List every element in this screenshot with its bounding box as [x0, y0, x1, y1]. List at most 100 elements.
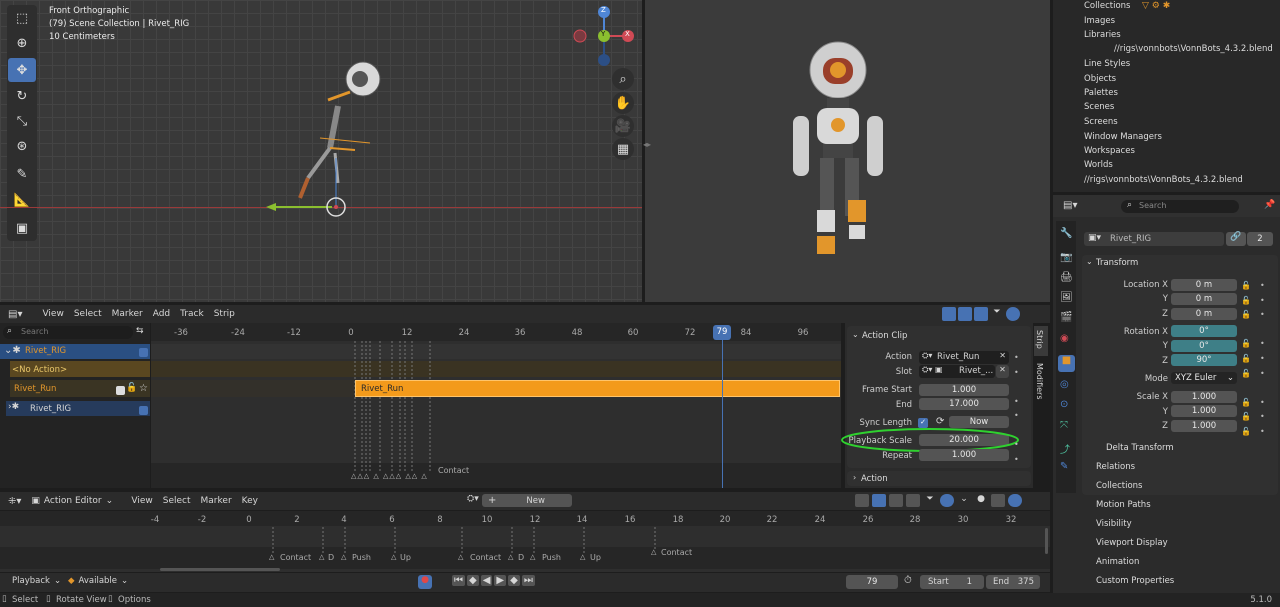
- outliner-item-palettes[interactable]: Palettes: [1084, 88, 1118, 98]
- fake-user-button[interactable]: 🔗: [1226, 232, 1246, 246]
- viewport-right[interactable]: [645, 0, 1050, 302]
- end-field[interactable]: 17.000: [919, 398, 1009, 410]
- transform-icon[interactable]: ⊛: [8, 134, 36, 158]
- camera-icon[interactable]: 🎥: [612, 115, 634, 137]
- outliner-item-workspaces[interactable]: Workspaces: [1084, 146, 1135, 156]
- dopesheet-type-icon[interactable]: ⁜▾: [8, 496, 21, 507]
- ae-marker[interactable]: Contact: [280, 553, 311, 562]
- slot-clear-button[interactable]: ✕: [996, 365, 1009, 378]
- ae-marker[interactable]: D: [518, 553, 524, 562]
- outliner-item-objects[interactable]: Objects: [1084, 74, 1116, 84]
- scale-y-field[interactable]: 1.000: [1171, 405, 1237, 417]
- jump-start-icon[interactable]: ⏮: [452, 575, 465, 586]
- outliner-item-images[interactable]: Images: [1084, 16, 1115, 26]
- ae-menu-select[interactable]: Select: [163, 496, 191, 506]
- data-tab-icon[interactable]: ⤴: [1060, 441, 1070, 456]
- measure-icon[interactable]: 📐: [8, 188, 36, 212]
- outliner-item-collections[interactable]: Collections: [1084, 1, 1130, 11]
- grid-view-icon[interactable]: ▦: [612, 138, 634, 160]
- scene-tab-icon[interactable]: 🎬: [1060, 312, 1072, 323]
- nla-menu-strip[interactable]: Strip: [214, 309, 235, 319]
- ae-scrollbar[interactable]: [160, 568, 280, 571]
- collections-header[interactable]: Collections: [1096, 481, 1142, 491]
- track-rig2-row[interactable]: [6, 401, 150, 416]
- visibility-header[interactable]: Visibility: [1096, 519, 1132, 529]
- pin-icon[interactable]: 📌: [1264, 200, 1275, 210]
- nla-playhead[interactable]: 79: [713, 325, 731, 340]
- pan-hand-icon[interactable]: ✋: [612, 92, 634, 114]
- location-x-field[interactable]: 0 m: [1171, 279, 1237, 291]
- scale-z-field[interactable]: 1.000: [1171, 420, 1237, 432]
- ae-marker[interactable]: Up: [400, 553, 411, 562]
- keyframe-dots[interactable]: • • • • • • • • •: [1260, 279, 1265, 440]
- nla-menu-view[interactable]: View: [42, 309, 63, 319]
- play-icon[interactable]: ▶: [494, 575, 507, 586]
- outliner-item-screens[interactable]: Screens: [1084, 117, 1118, 127]
- new-action-button[interactable]: + New: [482, 494, 572, 507]
- nla-editor-type-icon[interactable]: ▤▾: [8, 309, 22, 320]
- move-icon[interactable]: ✥: [8, 58, 36, 82]
- object-name-field[interactable]: ▣▾ Rivet_RIG: [1084, 232, 1224, 246]
- rotation-x-field[interactable]: 0°: [1171, 325, 1237, 337]
- rotate-icon[interactable]: ↻: [8, 84, 36, 108]
- nla-menu-add[interactable]: Add: [153, 309, 170, 319]
- nla-strip-rivet-run[interactable]: [355, 380, 840, 397]
- tab-strip[interactable]: Strip: [1034, 326, 1048, 356]
- track-rig-row[interactable]: [0, 344, 150, 359]
- start-frame-field[interactable]: Start 1: [920, 575, 984, 589]
- zoom-icon[interactable]: ⌕: [612, 68, 634, 90]
- outliner[interactable]: Collections Images Libraries //rigs\vonn…: [1053, 0, 1280, 192]
- area-split-handle[interactable]: ◂▸: [643, 140, 651, 149]
- bone-tab-icon[interactable]: ✎: [1060, 461, 1068, 472]
- rotation-z-field[interactable]: 90°: [1171, 354, 1237, 366]
- repeat-field[interactable]: 1.000: [919, 449, 1009, 461]
- nla-menu-marker[interactable]: Marker: [112, 309, 143, 319]
- world-tab-icon[interactable]: ◉: [1060, 333, 1069, 344]
- cursor-icon[interactable]: ⊕: [8, 31, 36, 55]
- jump-end-icon[interactable]: ⏭: [521, 575, 535, 586]
- properties-search[interactable]: ⌕ Search: [1121, 200, 1239, 213]
- nla-menu-select[interactable]: Select: [74, 309, 102, 319]
- properties-editor[interactable]: ▤▾ ⌕ Search 📌 🔧 📷 🖨 🖼 🎬 ◉ ■ ◎ ⊙ ⤧ ⤴ ✎ ▣▾…: [1053, 195, 1280, 593]
- action-editor-mode-dropdown[interactable]: ▣ Action Editor ⌄: [31, 496, 121, 506]
- physics-tab-icon[interactable]: ⊙: [1060, 399, 1068, 410]
- outliner-item-worlds[interactable]: Worlds: [1084, 160, 1113, 170]
- properties-editor-type-icon[interactable]: ▤▾: [1063, 200, 1077, 211]
- solo-star-icon[interactable]: ☆: [139, 383, 148, 394]
- play-reverse-icon[interactable]: ◀: [480, 575, 493, 586]
- constraint-tab-icon[interactable]: ⤧: [1060, 420, 1068, 431]
- outliner-item-libraries[interactable]: Libraries: [1084, 30, 1121, 40]
- ae-marker[interactable]: Up: [590, 553, 601, 562]
- scale-x-field[interactable]: 1.000: [1171, 391, 1237, 403]
- current-frame-field[interactable]: 79: [846, 575, 898, 589]
- keyframe-dots[interactable]: •••••••: [1014, 351, 1019, 482]
- add-cube-icon[interactable]: ▣: [8, 216, 36, 240]
- ae-marker[interactable]: Contact: [661, 548, 692, 557]
- record-button[interactable]: ●: [418, 575, 432, 589]
- outliner-item-blend-file[interactable]: //rigs\vonnbots\VonnBots_4.3.2.blend: [1084, 175, 1243, 185]
- playback-dropdown[interactable]: Playback ⌄: [12, 576, 61, 586]
- ae-menu-marker[interactable]: Marker: [201, 496, 232, 506]
- outliner-item-window-managers[interactable]: Window Managers: [1084, 132, 1162, 142]
- annotate-icon[interactable]: ✎: [8, 162, 36, 186]
- custom-properties-header[interactable]: Custom Properties: [1096, 576, 1174, 586]
- tab-modifiers[interactable]: Modifiers: [1034, 359, 1048, 405]
- slot-field[interactable]: ⛭▾ ▣ Rivet_...: [919, 365, 995, 378]
- sync-dropdown[interactable]: ◆ Available ⌄: [68, 576, 128, 586]
- tool-tab-icon[interactable]: 🔧: [1060, 228, 1072, 239]
- render-tab-icon[interactable]: 📷: [1060, 252, 1072, 263]
- ae-menu-key[interactable]: Key: [242, 496, 258, 506]
- delta-transform-header[interactable]: Delta Transform: [1106, 443, 1174, 453]
- users-count[interactable]: 2: [1247, 232, 1273, 246]
- object-tab-icon[interactable]: ■: [1058, 355, 1075, 372]
- action-slot-icon[interactable]: ⛭▾: [467, 494, 479, 504]
- nla-marker-contact[interactable]: Contact: [438, 466, 469, 475]
- output-tab-icon[interactable]: 🖨: [1060, 272, 1073, 283]
- nla-marker-triangles[interactable]: △△△ △ △△△ △△ △: [351, 472, 428, 480]
- track-run-checkbox[interactable]: [116, 386, 125, 395]
- view-layer-tab-icon[interactable]: 🖼: [1060, 292, 1073, 303]
- ae-marker[interactable]: D: [328, 553, 334, 562]
- action-field[interactable]: ⛭▾ Rivet_Run ✕: [919, 351, 1009, 364]
- frame-start-field[interactable]: 1.000: [919, 384, 1009, 396]
- lock-icons[interactable]: 🔓 🔓 🔓 🔓 🔓 🔓 🔓 🔓 🔓: [1241, 279, 1251, 440]
